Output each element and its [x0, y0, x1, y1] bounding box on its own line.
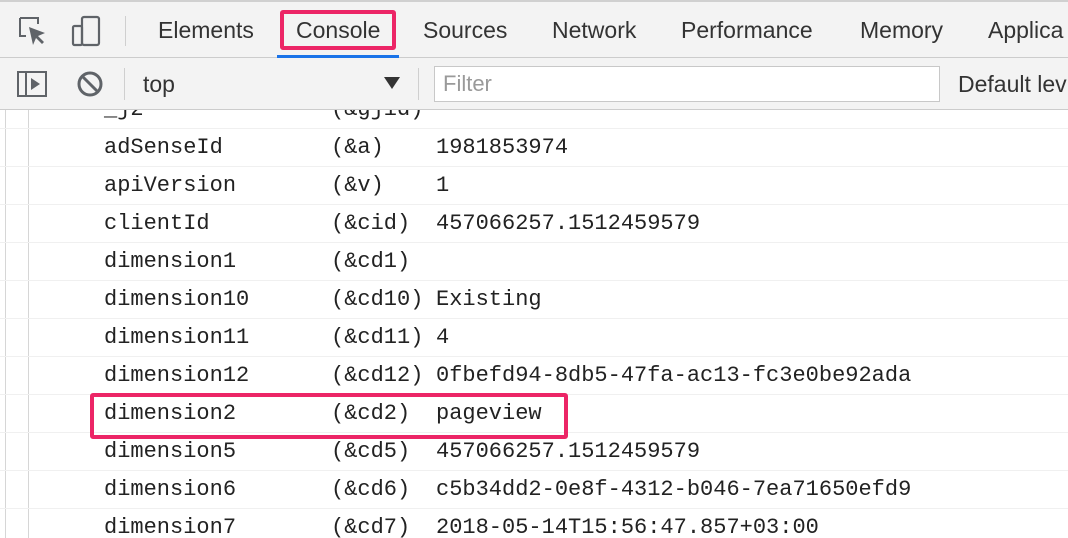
table-row: dimension11 (&cd11) 4: [0, 319, 1068, 357]
field-param: (&cd7): [331, 515, 411, 538]
field-value: c5b34dd2-0e8f-4312-b046-7ea71650efd9: [436, 477, 912, 502]
tab-sources[interactable]: Sources: [423, 2, 507, 58]
execution-context-select[interactable]: top: [143, 58, 413, 110]
field-name: adSenseId: [104, 135, 223, 160]
field-name: dimension10: [104, 287, 250, 312]
field-name: _j2: [104, 110, 144, 129]
field-name: dimension1: [104, 249, 237, 274]
field-name: dimension6: [104, 477, 237, 502]
clear-console-icon[interactable]: [76, 70, 104, 103]
field-value: 1: [436, 173, 450, 198]
dimension2-highlight-box: [90, 393, 568, 439]
field-name: dimension11: [104, 325, 250, 350]
table-row: dimension12 (&cd12) 0fbefd94-8db5-47fa-a…: [0, 357, 1068, 395]
tab-elements[interactable]: Elements: [158, 2, 254, 58]
field-value: 2018-05-14T15:56:47.857+03:00: [436, 515, 819, 538]
field-param: (&cd11): [331, 325, 424, 350]
field-param: (&v): [331, 173, 384, 198]
table-row: adSenseId (&a) 1981853974: [0, 129, 1068, 167]
table-row: dimension1 (&cd1): [0, 243, 1068, 281]
log-levels-dropdown[interactable]: Default lev: [958, 58, 1067, 110]
tab-memory[interactable]: Memory: [860, 2, 943, 58]
field-param: (&cd10): [331, 287, 424, 312]
field-value: 0fbefd94-8db5-47fa-ac13-fc3e0be92ada: [436, 363, 912, 388]
field-param: (&gjid): [331, 110, 423, 129]
field-param: (&cd12): [331, 363, 424, 388]
tab-network[interactable]: Network: [552, 2, 636, 58]
field-value: 457066257.1512459579: [436, 211, 701, 236]
table-row: dimension7 (&cd7) 2018-05-14T15:56:47.85…: [0, 509, 1068, 538]
devtools-tab-bar: Elements Console Sources Network Perform…: [0, 0, 1068, 58]
field-name: apiVersion: [104, 173, 237, 198]
field-name: dimension7: [104, 515, 237, 538]
device-toolbar-icon[interactable]: [70, 14, 104, 48]
table-row: clientId (&cid) 457066257.1512459579: [0, 205, 1068, 243]
inspect-element-icon[interactable]: [16, 14, 50, 48]
filter-input[interactable]: [434, 66, 940, 102]
field-value: 1981853974: [436, 135, 569, 160]
table-row: dimension10 (&cd10) Existing: [0, 281, 1068, 319]
console-toolbar: top Default lev: [0, 58, 1068, 110]
toolbar-divider: [124, 68, 125, 100]
tab-performance[interactable]: Performance: [681, 2, 813, 58]
console-tab-highlight-box: [280, 10, 396, 50]
field-param: (&cid): [331, 211, 411, 236]
field-param: (&cd1): [331, 249, 411, 274]
field-param: (&cd6): [331, 477, 411, 502]
table-row: apiVersion (&v) 1: [0, 167, 1068, 205]
table-row: _j2 (&gjid): [0, 110, 1068, 129]
field-param: (&a): [331, 135, 384, 160]
sidebar-toggle-icon[interactable]: [16, 69, 48, 104]
console-output: _j2 (&gjid) adSenseId (&a) 1981853974 ap…: [0, 110, 1068, 538]
toolbar-divider: [418, 68, 419, 100]
field-value: 4: [436, 325, 450, 350]
field-value: Existing: [436, 287, 542, 312]
field-name: dimension12: [104, 363, 250, 388]
field-name: clientId: [104, 211, 210, 236]
dropdown-arrow-icon[interactable]: [383, 75, 401, 96]
table-row: dimension6 (&cd6) c5b34dd2-0e8f-4312-b04…: [0, 471, 1068, 509]
execution-context-value: top: [143, 71, 175, 97]
toolbar-divider: [125, 16, 126, 46]
tab-application[interactable]: Applica: [988, 2, 1063, 58]
